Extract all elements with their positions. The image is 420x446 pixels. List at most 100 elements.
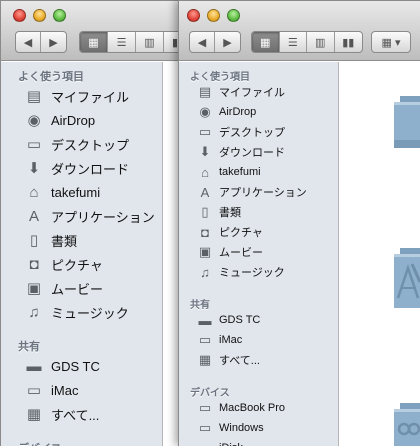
list-icon: ☰ bbox=[287, 36, 298, 49]
generic-folder-icon[interactable] bbox=[394, 90, 420, 150]
sidebar-item[interactable]: ⬇ ダウンロード bbox=[179, 142, 338, 162]
imac-icon: ▭ bbox=[198, 332, 212, 347]
all-my-files-icon: ▤ bbox=[26, 88, 42, 105]
sidebar-item[interactable]: ▭ Windows bbox=[179, 418, 338, 438]
sidebar-item-label: ムービー bbox=[219, 247, 263, 259]
sidebar-item[interactable]: ▣ ムービー bbox=[1, 276, 162, 300]
network-icon: ▦ bbox=[198, 352, 212, 367]
list-view-button[interactable]: ☰ bbox=[280, 32, 307, 52]
sidebar-item[interactable]: ▬ GDS TC bbox=[179, 310, 338, 330]
sidebar-item[interactable]: ▬ GDS TC bbox=[1, 354, 162, 378]
sidebar-item-label: ピクチャ bbox=[219, 227, 263, 239]
sidebar-item-label: ダウンロード bbox=[51, 161, 130, 177]
sidebar-item[interactable]: ▭ デスクトップ bbox=[179, 122, 338, 142]
arrange-grid-icon: ▦ ▾ bbox=[381, 36, 401, 49]
downloads-icon: ⬇ bbox=[199, 144, 211, 159]
forward-button[interactable]: ▶ bbox=[215, 32, 240, 52]
back-button[interactable]: ◀ bbox=[190, 32, 216, 52]
sidebar-item[interactable]: ▦ すべて... bbox=[1, 402, 162, 426]
sidebar-item[interactable]: ▯ 書類 bbox=[179, 202, 338, 222]
music-icon: ♫ bbox=[28, 303, 40, 321]
sidebar-heading-shared: 共有 bbox=[18, 341, 40, 353]
column-view-button[interactable]: ▥ bbox=[307, 32, 335, 52]
chevron-right-icon: ▶ bbox=[223, 36, 232, 49]
coverflow-icon: ▮▮ bbox=[342, 36, 355, 49]
sidebar-item[interactable]: ◉ AirDrop bbox=[1, 108, 162, 132]
sidebar: よく使う項目 ▤ マイファイル ◉ AirDrop ▭ デスクトップ ⬇ ダウンロード ⌂ tak… bbox=[1, 62, 163, 446]
sidebar-item-label: マイファイル bbox=[219, 87, 285, 99]
sidebar-item[interactable]: ▭ MacBook Pro bbox=[179, 398, 338, 418]
chevron-right-icon: ▶ bbox=[49, 36, 58, 49]
server-icon: ▬ bbox=[26, 357, 42, 375]
back-button[interactable]: ◀ bbox=[16, 32, 42, 52]
sidebar-item[interactable]: A アプリケーション bbox=[1, 204, 162, 228]
documents-icon: ▯ bbox=[29, 232, 39, 249]
sidebar-item-label: ダウンロード bbox=[219, 147, 285, 159]
network-icon: ▦ bbox=[26, 406, 42, 423]
sidebar-heading-favorites: よく使う項目 bbox=[18, 71, 84, 83]
sidebar-item-label: デスクトップ bbox=[51, 137, 130, 153]
icon-view-button[interactable]: ▦ bbox=[252, 32, 280, 52]
zoom-button[interactable] bbox=[53, 9, 66, 22]
all-my-files-icon: ▤ bbox=[198, 84, 212, 99]
file-icon-view bbox=[339, 62, 420, 446]
arrange-menu-button[interactable]: ▦ ▾ bbox=[371, 31, 411, 53]
sidebar-item[interactable]: ▣ ムービー bbox=[179, 242, 338, 262]
close-button[interactable] bbox=[187, 9, 200, 22]
minimize-button[interactable] bbox=[33, 9, 46, 22]
sidebar-item-label: ムービー bbox=[51, 281, 104, 297]
sidebar-item[interactable]: ▯ 書類 bbox=[1, 228, 162, 252]
windows-pc-icon: ▭ bbox=[198, 420, 212, 435]
chevron-left-icon: ◀ bbox=[23, 36, 33, 49]
sidebar-item[interactable]: ⬇ ダウンロード bbox=[1, 156, 162, 180]
sidebar-item[interactable]: ▦ すべて... bbox=[179, 350, 338, 370]
sidebar-item-label: GDS TC bbox=[219, 314, 261, 326]
sidebar-item-label: 書類 bbox=[219, 207, 241, 219]
zoom-button[interactable] bbox=[227, 9, 240, 22]
utilities-folder-icon[interactable] bbox=[394, 397, 420, 446]
icon-view-button[interactable]: ▦ bbox=[80, 32, 108, 52]
sidebar-item[interactable]: ⌂ takefumi bbox=[1, 180, 162, 204]
list-view-button[interactable]: ☰ bbox=[108, 32, 136, 52]
sidebar-item-label: マイファイル bbox=[51, 89, 130, 105]
sidebar-item[interactable]: ◉ AirDrop bbox=[179, 102, 338, 122]
column-view-button[interactable]: ▥ bbox=[136, 32, 164, 52]
sidebar-item-label: AirDrop bbox=[219, 106, 257, 118]
sidebar-item-label: iMac bbox=[219, 334, 243, 346]
airdrop-icon: ◉ bbox=[27, 112, 41, 129]
sidebar-heading-favorites: よく使う項目 bbox=[190, 72, 250, 83]
forward-button[interactable]: ▶ bbox=[41, 32, 66, 52]
finder-window-back: ◀ ▶ ▦ ☰ ▥ ▮▮ よく使う項目 ▤ マイファイル ◉ AirDrop ▭ デスクト… bbox=[0, 0, 190, 446]
sidebar-item[interactable]: ▭ iMac bbox=[1, 378, 162, 402]
sidebar-item[interactable]: ◌ iDisk bbox=[179, 438, 338, 446]
sidebar-heading-shared: 共有 bbox=[190, 300, 210, 311]
sidebar-item-label: すべて... bbox=[219, 355, 260, 367]
sidebar-item-label: 書類 bbox=[51, 233, 78, 249]
sidebar-item[interactable]: ⌂ takefumi bbox=[179, 162, 338, 182]
laptop-icon: ▭ bbox=[198, 400, 212, 415]
view-mode-control: ▦ ☰ ▥ ▮▮ bbox=[251, 31, 363, 53]
sidebar-item[interactable]: ▭ デスクトップ bbox=[1, 132, 162, 156]
sidebar-item-label: デスクトップ bbox=[219, 127, 285, 139]
desktop-icon: ▭ bbox=[26, 136, 42, 153]
sidebar-item[interactable]: ◘ ピクチャ bbox=[1, 252, 162, 276]
sidebar-item[interactable]: ▤ マイファイル bbox=[179, 82, 338, 102]
coverflow-view-button[interactable]: ▮▮ bbox=[335, 32, 362, 52]
applications-icon: A bbox=[200, 184, 210, 200]
sidebar-item[interactable]: ♫ ミュージック bbox=[179, 262, 338, 282]
pictures-icon: ◘ bbox=[29, 255, 39, 273]
sidebar-item[interactable]: ▭ iMac bbox=[179, 330, 338, 350]
documents-icon: ▯ bbox=[201, 204, 209, 219]
sidebar-item-label: AirDrop bbox=[51, 112, 96, 128]
applications-folder-icon[interactable] bbox=[394, 242, 420, 312]
minimize-button[interactable] bbox=[207, 9, 220, 22]
idisk-icon: ◌ bbox=[197, 440, 213, 446]
server-icon: ▬ bbox=[198, 312, 212, 328]
arrange-button[interactable]: ▦ ▾ bbox=[372, 32, 410, 52]
sidebar-item[interactable]: ♫ ミュージック bbox=[1, 300, 162, 324]
sidebar-item[interactable]: A アプリケーション bbox=[179, 182, 338, 202]
sidebar-item[interactable]: ▤ マイファイル bbox=[1, 84, 162, 108]
sidebar-item[interactable]: ◘ ピクチャ bbox=[179, 222, 338, 242]
close-button[interactable] bbox=[13, 9, 26, 22]
sidebar-item-label: MacBook Pro bbox=[219, 402, 286, 414]
